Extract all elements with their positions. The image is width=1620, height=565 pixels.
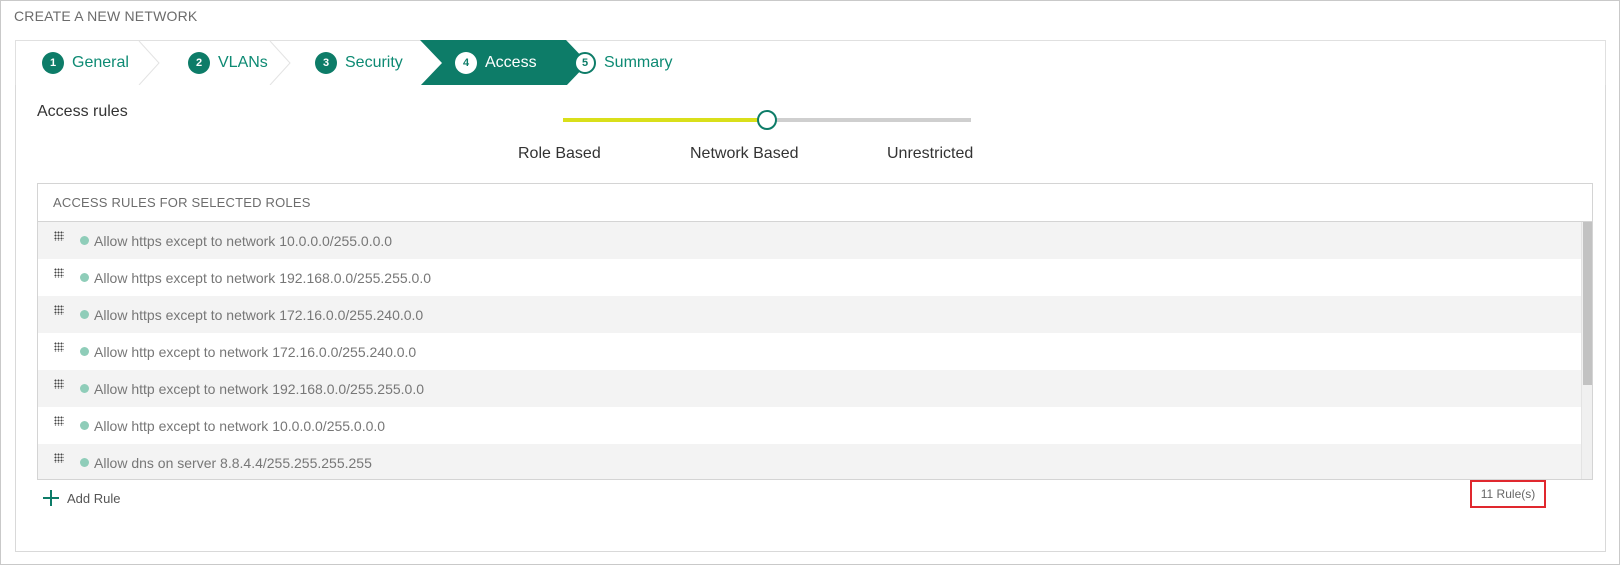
list-item[interactable]: Allow http except to network 10.0.0.0/25… (38, 407, 1592, 444)
access-rules-table: ACCESS RULES FOR SELECTED ROLES Allow ht… (37, 183, 1593, 480)
step-label: General (72, 54, 129, 71)
step-label: Access (485, 54, 537, 71)
wizard-step-security[interactable]: 3 Security (315, 41, 403, 85)
create-network-dialog: CREATE A NEW NETWORK 1 General 2 VLANs 3… (0, 0, 1620, 565)
step-number: 3 (315, 52, 337, 74)
drag-handle-icon[interactable] (54, 230, 64, 241)
drag-handle-icon[interactable] (54, 452, 64, 463)
slider-option-network-based[interactable]: Network Based (690, 145, 799, 163)
wizard-step-vlans[interactable]: 2 VLANs (188, 41, 268, 85)
drag-handle-icon[interactable] (54, 304, 64, 315)
wizard-step-summary[interactable]: 5 Summary (574, 41, 672, 85)
list-item[interactable]: Allow https except to network 10.0.0.0/2… (38, 222, 1592, 259)
rule-text: Allow http except to network 192.168.0.0… (94, 380, 425, 397)
rule-text: Allow https except to network 172.16.0.0… (94, 306, 424, 323)
rule-text: Allow http except to network 10.0.0.0/25… (94, 417, 386, 434)
rules-list: Allow https except to network 10.0.0.0/2… (38, 222, 1592, 479)
plus-icon (43, 490, 59, 506)
status-dot-icon (80, 347, 89, 356)
add-rule-label: Add Rule (67, 490, 121, 506)
page-title: CREATE A NEW NETWORK (14, 8, 198, 24)
status-dot-icon (80, 310, 89, 319)
rule-text: Allow https except to network 192.168.0.… (94, 269, 432, 286)
drag-handle-icon[interactable] (54, 341, 64, 352)
scrollbar[interactable] (1581, 222, 1592, 479)
list-item[interactable]: Allow https except to network 192.168.0.… (38, 259, 1592, 296)
list-item[interactable]: Allow dns on server 8.8.4.4/255.255.255.… (38, 444, 1592, 479)
step-separator (269, 41, 291, 85)
status-dot-icon (80, 273, 89, 282)
add-rule-button[interactable]: Add Rule (43, 490, 120, 506)
rules-header: ACCESS RULES FOR SELECTED ROLES (38, 184, 1592, 222)
drag-handle-icon[interactable] (54, 267, 64, 278)
step-number: 5 (574, 52, 596, 74)
status-dot-icon (80, 236, 89, 245)
rule-count-badge: 11 Rule(s) (1470, 480, 1546, 508)
access-rules-label: Access rules (37, 103, 128, 120)
access-panel: Access rules Role Based Network Based Un… (15, 85, 1606, 552)
rule-text: Allow https except to network 10.0.0.0/2… (94, 232, 393, 249)
rule-text: Allow dns on server 8.8.4.4/255.255.255.… (94, 454, 372, 471)
status-dot-icon (80, 384, 89, 393)
list-item[interactable]: Allow https except to network 172.16.0.0… (38, 296, 1592, 333)
rule-text: Allow http except to network 172.16.0.0/… (94, 343, 417, 360)
scrollbar-thumb[interactable] (1583, 222, 1592, 385)
step-number: 4 (455, 52, 477, 74)
status-dot-icon (80, 421, 89, 430)
step-label: Security (345, 54, 403, 71)
wizard-step-general[interactable]: 1 General (42, 41, 129, 85)
step-number: 2 (188, 52, 210, 74)
slider-handle[interactable] (757, 110, 777, 130)
access-level-slider[interactable] (563, 107, 971, 131)
list-item[interactable]: Allow http except to network 192.168.0.0… (38, 370, 1592, 407)
drag-handle-icon[interactable] (54, 378, 64, 389)
drag-handle-icon[interactable] (54, 415, 64, 426)
step-label: VLANs (218, 54, 268, 71)
status-dot-icon (80, 458, 89, 467)
slider-option-unrestricted[interactable]: Unrestricted (887, 145, 973, 163)
step-separator (138, 41, 160, 85)
slider-fill (563, 118, 767, 122)
wizard-step-access[interactable]: 4 Access (455, 41, 537, 85)
list-item[interactable]: Allow http except to network 172.16.0.0/… (38, 333, 1592, 370)
step-label: Summary (604, 54, 673, 71)
wizard-steps: 1 General 2 VLANs 3 Security 4 Access 5 … (15, 40, 1606, 86)
step-number: 1 (42, 52, 64, 74)
slider-option-role-based[interactable]: Role Based (518, 145, 601, 163)
